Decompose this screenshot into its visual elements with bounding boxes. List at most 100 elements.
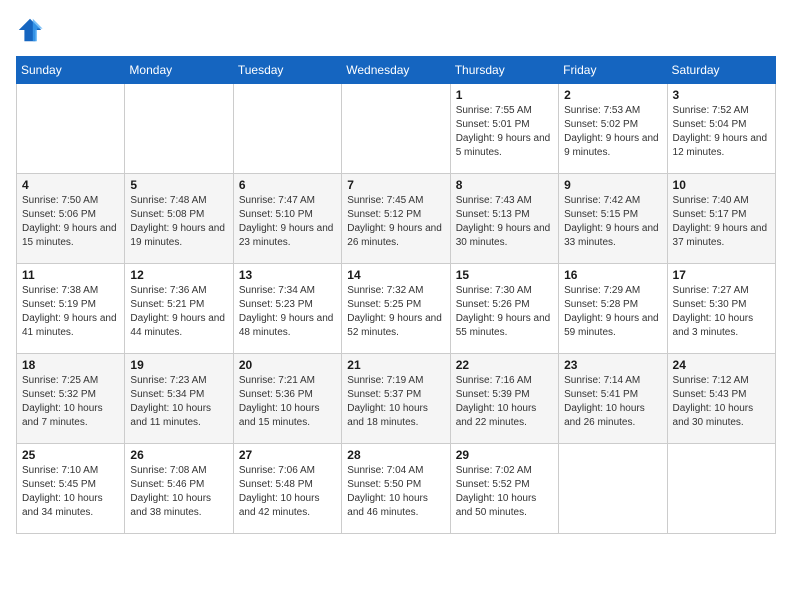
calendar-cell	[667, 444, 775, 534]
weekday-header-cell: Sunday	[17, 57, 125, 84]
day-info: Sunrise: 7:12 AMSunset: 5:43 PMDaylight:…	[673, 374, 770, 430]
calendar-cell: 11Sunrise: 7:38 AMSunset: 5:19 PMDayligh…	[17, 264, 125, 354]
calendar-week-row: 4 Sunrise: 7:50 AMSunset: 5:06 PMDaylight…	[17, 174, 776, 264]
day-number: 1	[456, 88, 553, 102]
calendar-cell: 12Sunrise: 7:36 AMSunset: 5:21 PMDayligh…	[125, 264, 233, 354]
weekday-header-cell: Saturday	[667, 57, 775, 84]
logo	[16, 16, 48, 44]
day-info: Sunrise: 7:19 AMSunset: 5:37 PMDaylight:…	[347, 374, 444, 430]
calendar-cell: 8 Sunrise: 7:43 AMSunset: 5:13 PMDaylight…	[450, 174, 558, 264]
day-number: 14	[347, 268, 444, 282]
day-info: Sunrise: 7:36 AMSunset: 5:21 PMDaylight:…	[130, 284, 227, 340]
day-info: Sunrise: 7:43 AMSunset: 5:13 PMDaylight:…	[456, 194, 553, 250]
day-info: Sunrise: 7:06 AMSunset: 5:48 PMDaylight:…	[239, 464, 336, 520]
day-number: 13	[239, 268, 336, 282]
day-number: 28	[347, 448, 444, 462]
day-number: 9	[564, 178, 661, 192]
day-info: Sunrise: 7:14 AMSunset: 5:41 PMDaylight:…	[564, 374, 661, 430]
weekday-header-cell: Friday	[559, 57, 667, 84]
day-number: 6	[239, 178, 336, 192]
calendar-cell: 13 Sunrise: 7:34 AMSunset: 5:23 PMDayligh…	[233, 264, 341, 354]
day-number: 29	[456, 448, 553, 462]
day-info: Sunrise: 7:32 AMSunset: 5:25 PMDaylight:…	[347, 284, 444, 340]
day-number: 20	[239, 358, 336, 372]
calendar-cell: 1 Sunrise: 7:55 AMSunset: 5:01 PMDaylight…	[450, 84, 558, 174]
calendar-cell	[233, 84, 341, 174]
calendar-cell: 17 Sunrise: 7:27 AMSunset: 5:30 PMDayligh…	[667, 264, 775, 354]
calendar-cell: 10 Sunrise: 7:40 AMSunset: 5:17 PMDayligh…	[667, 174, 775, 264]
calendar-cell: 19 Sunrise: 7:23 AMSunset: 5:34 PMDayligh…	[125, 354, 233, 444]
calendar-table: SundayMondayTuesdayWednesdayThursdayFrid…	[16, 56, 776, 534]
weekday-header-cell: Monday	[125, 57, 233, 84]
day-info: Sunrise: 7:34 AMSunset: 5:23 PMDaylight:…	[239, 284, 336, 340]
calendar-cell: 21 Sunrise: 7:19 AMSunset: 5:37 PMDayligh…	[342, 354, 450, 444]
day-number: 18	[22, 358, 119, 372]
day-number: 17	[673, 268, 770, 282]
calendar-cell: 29Sunrise: 7:02 AMSunset: 5:52 PMDayligh…	[450, 444, 558, 534]
calendar-cell	[559, 444, 667, 534]
day-info: Sunrise: 7:45 AMSunset: 5:12 PMDaylight:…	[347, 194, 444, 250]
calendar-week-row: 1 Sunrise: 7:55 AMSunset: 5:01 PMDaylight…	[17, 84, 776, 174]
calendar-cell: 7 Sunrise: 7:45 AMSunset: 5:12 PMDaylight…	[342, 174, 450, 264]
day-number: 27	[239, 448, 336, 462]
day-info: Sunrise: 7:25 AMSunset: 5:32 PMDaylight:…	[22, 374, 119, 430]
calendar-cell: 15Sunrise: 7:30 AMSunset: 5:26 PMDayligh…	[450, 264, 558, 354]
calendar-cell: 2 Sunrise: 7:53 AMSunset: 5:02 PMDaylight…	[559, 84, 667, 174]
calendar-cell: 27 Sunrise: 7:06 AMSunset: 5:48 PMDayligh…	[233, 444, 341, 534]
day-number: 21	[347, 358, 444, 372]
calendar-cell: 18 Sunrise: 7:25 AMSunset: 5:32 PMDayligh…	[17, 354, 125, 444]
day-info: Sunrise: 7:50 AMSunset: 5:06 PMDaylight:…	[22, 194, 119, 250]
day-number: 5	[130, 178, 227, 192]
weekday-header-cell: Thursday	[450, 57, 558, 84]
day-info: Sunrise: 7:10 AMSunset: 5:45 PMDaylight:…	[22, 464, 119, 520]
day-info: Sunrise: 7:30 AMSunset: 5:26 PMDaylight:…	[456, 284, 553, 340]
weekday-header-cell: Tuesday	[233, 57, 341, 84]
calendar-cell	[125, 84, 233, 174]
day-info: Sunrise: 7:53 AMSunset: 5:02 PMDaylight:…	[564, 104, 661, 160]
day-info: Sunrise: 7:16 AMSunset: 5:39 PMDaylight:…	[456, 374, 553, 430]
day-number: 7	[347, 178, 444, 192]
day-info: Sunrise: 7:27 AMSunset: 5:30 PMDaylight:…	[673, 284, 770, 340]
day-number: 2	[564, 88, 661, 102]
day-info: Sunrise: 7:08 AMSunset: 5:46 PMDaylight:…	[130, 464, 227, 520]
day-number: 8	[456, 178, 553, 192]
calendar-cell: 14 Sunrise: 7:32 AMSunset: 5:25 PMDayligh…	[342, 264, 450, 354]
calendar-cell: 25 Sunrise: 7:10 AMSunset: 5:45 PMDayligh…	[17, 444, 125, 534]
day-number: 26	[130, 448, 227, 462]
day-number: 10	[673, 178, 770, 192]
day-number: 24	[673, 358, 770, 372]
calendar-cell: 22Sunrise: 7:16 AMSunset: 5:39 PMDayligh…	[450, 354, 558, 444]
weekday-header-cell: Wednesday	[342, 57, 450, 84]
calendar-cell: 5 Sunrise: 7:48 AMSunset: 5:08 PMDaylight…	[125, 174, 233, 264]
day-number: 4	[22, 178, 119, 192]
calendar-week-row: 25 Sunrise: 7:10 AMSunset: 5:45 PMDayligh…	[17, 444, 776, 534]
day-info: Sunrise: 7:42 AMSunset: 5:15 PMDaylight:…	[564, 194, 661, 250]
day-info: Sunrise: 7:52 AMSunset: 5:04 PMDaylight:…	[673, 104, 770, 160]
calendar-cell: 23 Sunrise: 7:14 AMSunset: 5:41 PMDayligh…	[559, 354, 667, 444]
day-number: 23	[564, 358, 661, 372]
day-info: Sunrise: 7:23 AMSunset: 5:34 PMDaylight:…	[130, 374, 227, 430]
day-number: 3	[673, 88, 770, 102]
calendar-cell: 20 Sunrise: 7:21 AMSunset: 5:36 PMDayligh…	[233, 354, 341, 444]
day-info: Sunrise: 7:48 AMSunset: 5:08 PMDaylight:…	[130, 194, 227, 250]
day-info: Sunrise: 7:21 AMSunset: 5:36 PMDaylight:…	[239, 374, 336, 430]
calendar-cell: 16 Sunrise: 7:29 AMSunset: 5:28 PMDayligh…	[559, 264, 667, 354]
calendar-cell: 24 Sunrise: 7:12 AMSunset: 5:43 PMDayligh…	[667, 354, 775, 444]
day-number: 16	[564, 268, 661, 282]
day-info: Sunrise: 7:47 AMSunset: 5:10 PMDaylight:…	[239, 194, 336, 250]
calendar-cell: 3 Sunrise: 7:52 AMSunset: 5:04 PMDaylight…	[667, 84, 775, 174]
calendar-cell: 9 Sunrise: 7:42 AMSunset: 5:15 PMDaylight…	[559, 174, 667, 264]
logo-icon	[16, 16, 44, 44]
calendar-cell: 26 Sunrise: 7:08 AMSunset: 5:46 PMDayligh…	[125, 444, 233, 534]
day-info: Sunrise: 7:55 AMSunset: 5:01 PMDaylight:…	[456, 104, 553, 160]
calendar-cell: 4 Sunrise: 7:50 AMSunset: 5:06 PMDaylight…	[17, 174, 125, 264]
day-info: Sunrise: 7:04 AMSunset: 5:50 PMDaylight:…	[347, 464, 444, 520]
day-number: 11	[22, 268, 119, 282]
day-number: 25	[22, 448, 119, 462]
day-info: Sunrise: 7:29 AMSunset: 5:28 PMDaylight:…	[564, 284, 661, 340]
day-number: 19	[130, 358, 227, 372]
calendar-cell: 28 Sunrise: 7:04 AMSunset: 5:50 PMDayligh…	[342, 444, 450, 534]
weekday-header-row: SundayMondayTuesdayWednesdayThursdayFrid…	[17, 57, 776, 84]
calendar-cell	[17, 84, 125, 174]
day-info: Sunrise: 7:40 AMSunset: 5:17 PMDaylight:…	[673, 194, 770, 250]
